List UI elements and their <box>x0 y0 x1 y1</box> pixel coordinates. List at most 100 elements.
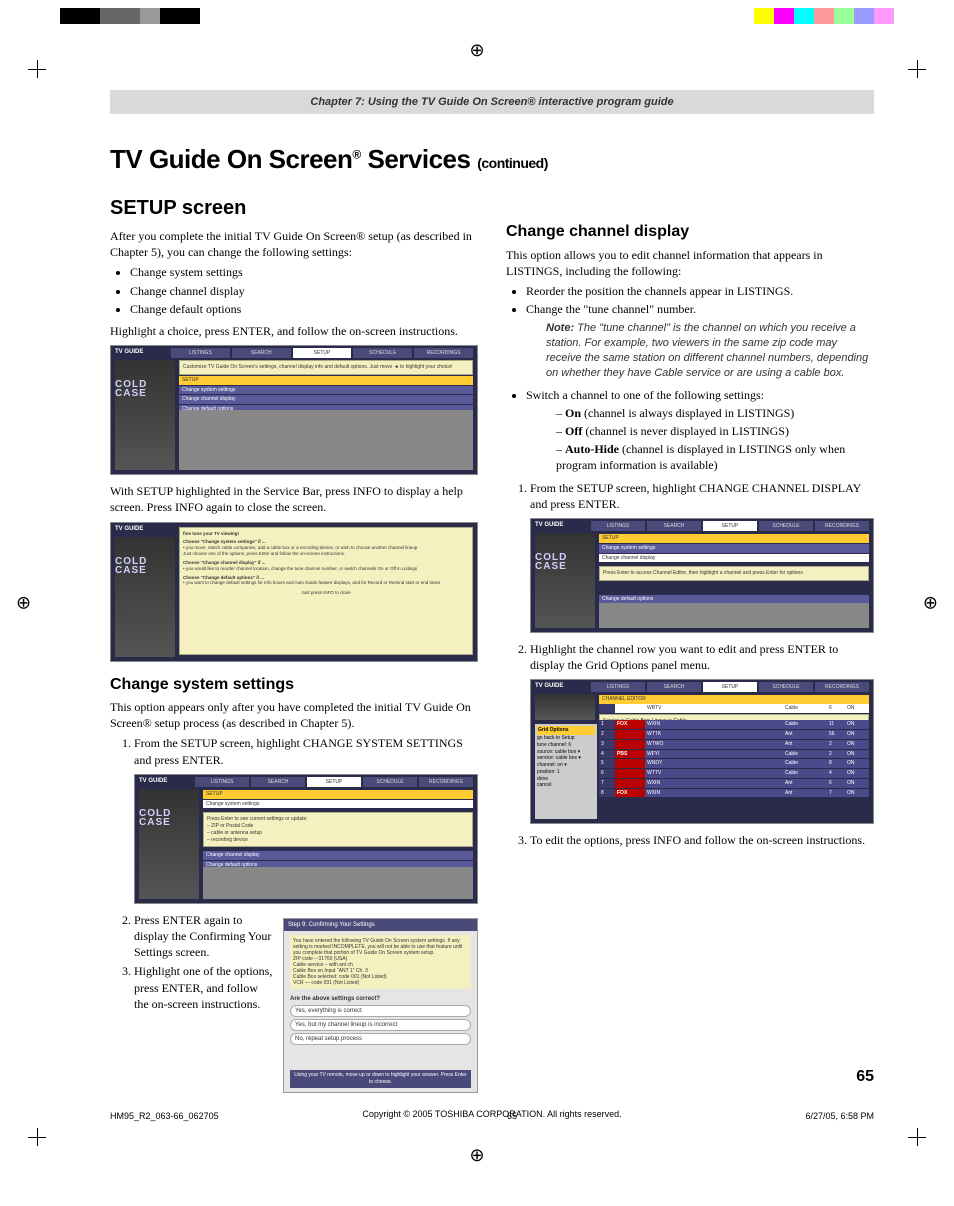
menu-row: Change channel display <box>203 851 473 860</box>
setup-info-instruction: With SETUP highlighted in the Service Ba… <box>110 483 478 515</box>
menu-row-selected: Change system settings <box>203 800 473 809</box>
setup-instruction: Highlight a choice, press ENTER, and fol… <box>110 323 478 339</box>
show-title: COLD CASE <box>115 557 175 575</box>
tab: SEARCH <box>647 682 701 692</box>
title-services: Services <box>361 144 477 174</box>
help-body: Just choose one of the options, press En… <box>183 551 469 557</box>
note-label: Note: <box>546 322 574 334</box>
tab: LISTINGS <box>591 682 645 692</box>
menu-row: Change system settings <box>599 544 869 553</box>
tip-box: Press Enter to access Channel Editor, th… <box>599 566 869 581</box>
tab-active: SETUP <box>703 521 757 531</box>
step-item: To edit the options, press INFO and foll… <box>530 832 874 848</box>
tip-line: – ZIP or Postal Code <box>207 823 469 830</box>
ccd-steps: From the SETUP screen, highlight CHANGE … <box>506 480 874 512</box>
screenshot-setup-menu: TV GUIDE LISTINGS SEARCH SETUP SCHEDULE … <box>110 345 478 475</box>
tip-box: Customize TV Guide On Screen's settings,… <box>179 360 473 375</box>
preview-pane: COLD CASE <box>535 533 595 628</box>
footer-timestamp: 6/27/05, 6:58 PM <box>805 1111 874 1121</box>
tip-box: Press Enter to see current settings or u… <box>203 812 473 847</box>
note-text: The "tune channel" is the channel on whi… <box>546 322 868 379</box>
cell-state: ON <box>845 704 869 713</box>
channel-row: 1FOXWXINCable11ON <box>599 720 869 729</box>
page-title: TV Guide On Screen® Services (continued) <box>110 144 874 175</box>
tvguide-logo: TV GUIDE <box>115 525 165 535</box>
screenshot-change-system-settings: TV GUIDE LISTINGS SEARCH SETUP SCHEDULE … <box>134 774 478 904</box>
channel-row: 6WTTVCable4ON <box>599 769 869 778</box>
tab: RECORDINGS <box>815 682 869 692</box>
dialog-header: Step 9: Confirming Your Settings <box>284 919 477 931</box>
left-column: SETUP screen After you complete the init… <box>110 187 478 1101</box>
dialog-intro-text: You have entered the following TV Guide … <box>293 938 462 956</box>
panel-item: done <box>537 776 595 783</box>
tab: SEARCH <box>647 521 701 531</box>
cell-num: 6 <box>827 704 845 713</box>
list-item: Change default options <box>130 301 478 317</box>
show-title: COLD CASE <box>535 553 595 571</box>
menu-row-highlighted: SETUP <box>179 376 473 385</box>
tab: SCHEDULE <box>353 348 412 358</box>
tab: RECORDINGS <box>815 521 869 531</box>
tab-active: SETUP <box>703 682 757 692</box>
ccd-steps-3: To edit the options, press INFO and foll… <box>506 832 874 848</box>
panel-item: cancel <box>537 782 595 789</box>
ccd-bullets: Reorder the position the channels appear… <box>506 283 874 474</box>
tab: SCHEDULE <box>759 682 813 692</box>
tab-active: SETUP <box>307 777 361 787</box>
tab: RECORDINGS <box>414 348 473 358</box>
preview-pane <box>535 694 595 720</box>
color-calibration-bar <box>60 8 894 24</box>
help-box: fine tune your TV viewing! Choose "Chang… <box>179 527 473 655</box>
empty-area <box>203 867 473 899</box>
dialog-question: Are the above settings correct? <box>290 995 471 1003</box>
menu-row: Change system settings <box>179 386 473 395</box>
registration-mark-top: ⊕ <box>469 40 484 61</box>
setup-heading: SETUP screen <box>110 195 478 222</box>
ccd-steps-2: Highlight the channel row you want to ed… <box>506 641 874 673</box>
list-item: Reorder the position the channels appear… <box>526 283 874 299</box>
list-item: Change system settings <box>130 264 478 280</box>
crop-mark <box>908 1128 926 1146</box>
crop-mark <box>28 1128 46 1146</box>
step-item: Highlight the channel row you want to ed… <box>530 641 874 673</box>
tab: LISTINGS <box>171 348 230 358</box>
list-item: Change the "tune channel" number. Note: … <box>526 301 874 381</box>
tip-title: Press Enter to see current settings or u… <box>207 816 469 823</box>
panel-item: channel: on ▾ <box>537 762 595 769</box>
dialog-intro: You have entered the following TV Guide … <box>290 935 471 989</box>
registration-mark-bottom: ⊕ <box>469 1145 484 1166</box>
css-intro: This option appears only after you have … <box>110 699 478 731</box>
cell-call: WBTV <box>645 704 783 713</box>
menu-row-highlighted: SETUP <box>203 790 473 799</box>
channel-row: 4PBSWFYICable2ON <box>599 750 869 759</box>
dash-item: On (channel is always displayed in LISTI… <box>556 405 874 421</box>
empty-area <box>179 410 473 470</box>
tvguide-logo: TV GUIDE <box>139 777 189 787</box>
dialog-option: Yes, but my channel lineup is incorrect <box>290 1019 471 1031</box>
editor-title: CHANNEL EDITOR <box>599 695 869 704</box>
tvguide-logo: TV GUIDE <box>535 682 585 692</box>
help-body: • you want to change default settings fo… <box>183 580 469 586</box>
chapter-banner: Chapter 7: Using the TV Guide On Screen®… <box>110 90 874 114</box>
channel-grid: 1FOXWXINCable11ON 2WTTKAnt56ON 3WTWOAnt2… <box>599 720 869 819</box>
footer-page: 65 <box>219 1111 806 1121</box>
help-body: • you would like to reorder channel loca… <box>183 566 469 572</box>
screenshot-help-screen: TV GUIDE COLD CASE fine tune your TV vie… <box>110 522 478 662</box>
page-number: 65 <box>856 1068 874 1086</box>
tab-active: SETUP <box>293 348 352 358</box>
tab: RECORDINGS <box>419 777 473 787</box>
setup-bullet-list: Change system settings Change channel di… <box>110 264 478 317</box>
step-item: From the SETUP screen, highlight CHANGE … <box>134 735 478 767</box>
tvguide-logo: TV GUIDE <box>535 521 585 531</box>
channel-row: 7WXINAnt6ON <box>599 779 869 788</box>
title-text: TV Guide On Screen <box>110 144 352 174</box>
dash-item: Off (channel is never displayed in LISTI… <box>556 423 874 439</box>
tab: LISTINGS <box>195 777 249 787</box>
list-item: Change channel display <box>130 283 478 299</box>
crop-mark <box>908 60 926 78</box>
tip-line: – recording device <box>207 837 469 844</box>
dialog-option: Yes, everything is correct <box>290 1005 471 1017</box>
ccd-intro: This option allows you to edit channel i… <box>506 247 874 279</box>
show-title: COLD CASE <box>115 380 175 398</box>
grid-options-panel: Grid Options go back to Setup tune chann… <box>535 724 597 819</box>
